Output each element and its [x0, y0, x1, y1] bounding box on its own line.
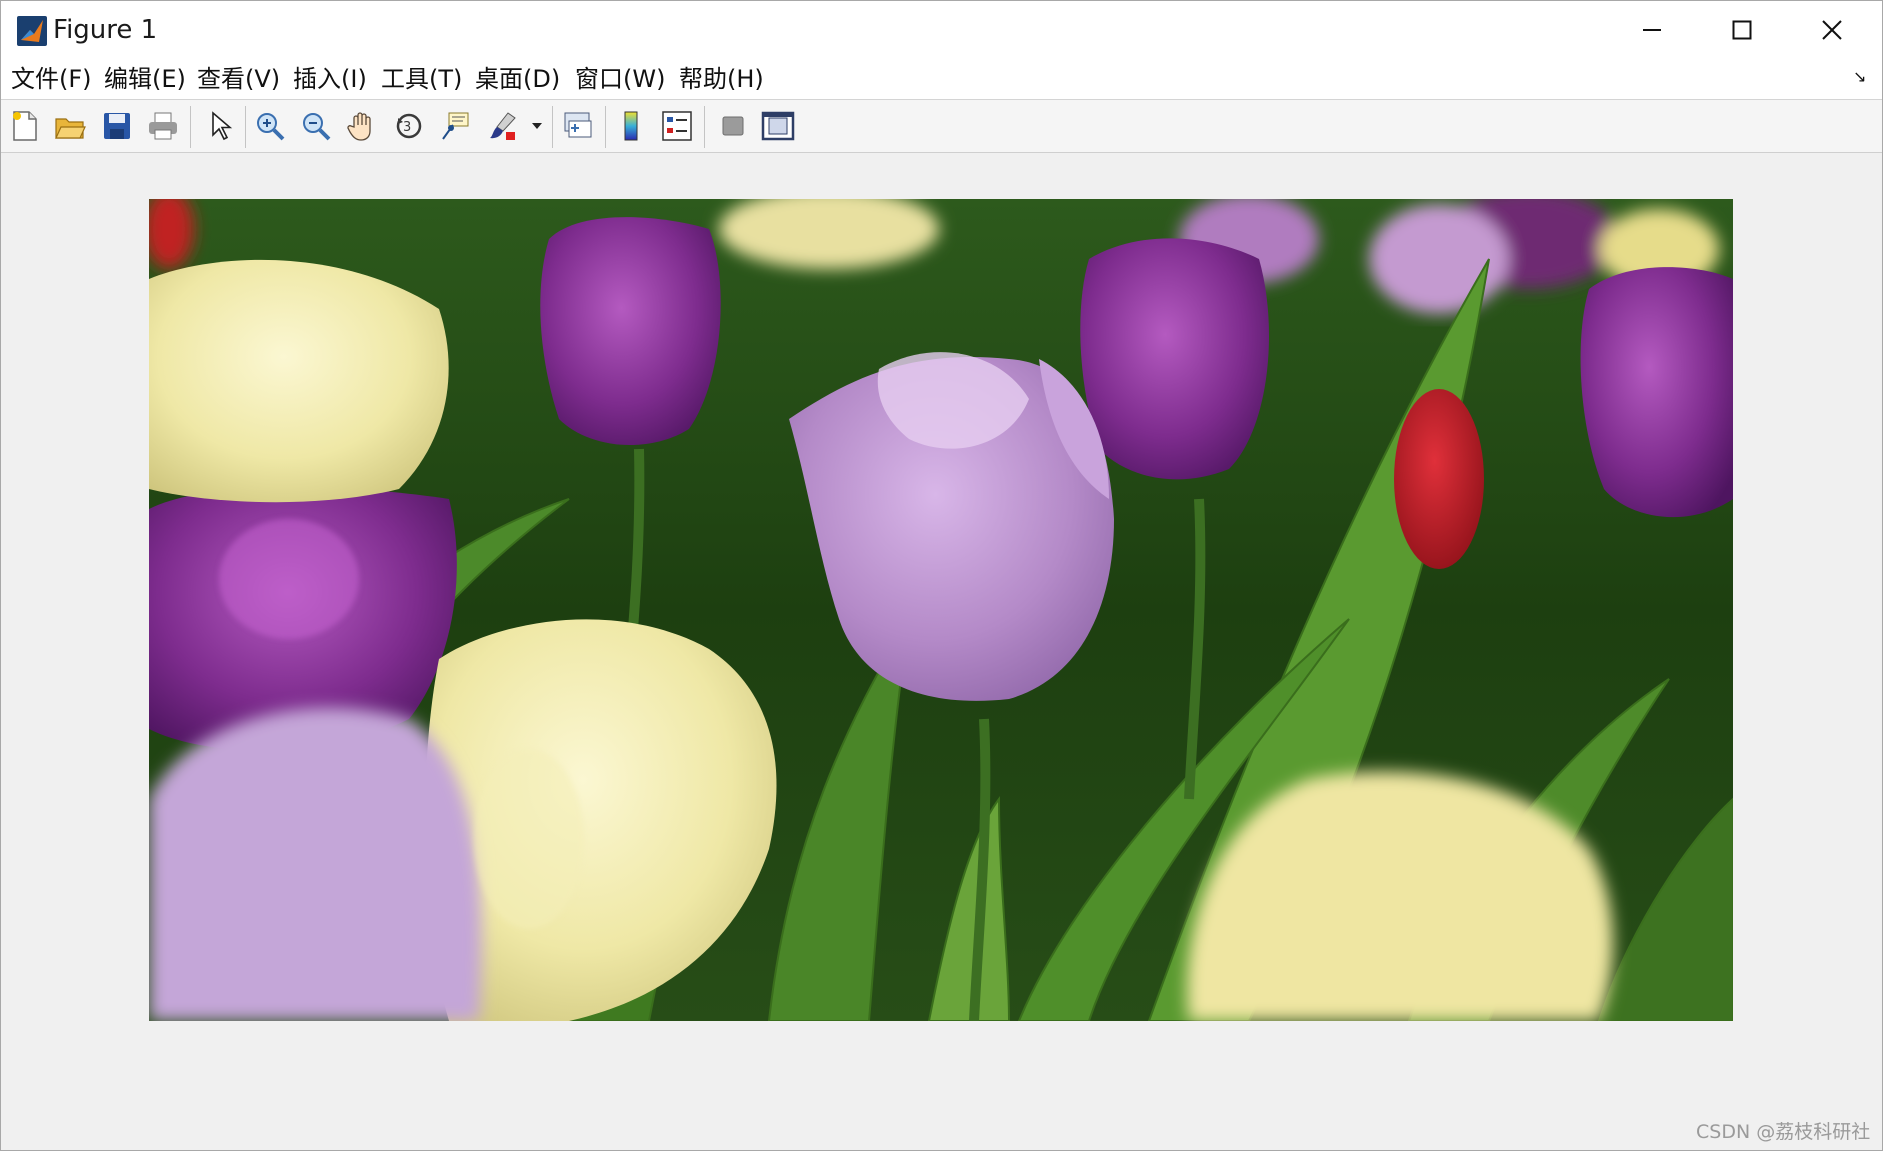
figure-window: Figure 1 文件(F) 编辑(E) 查看(V) 插入(I) 工具(T) 桌…	[0, 0, 1883, 1151]
brush-button[interactable]	[485, 108, 521, 144]
open-file-button[interactable]	[52, 108, 88, 144]
window-title: Figure 1	[53, 15, 158, 45]
select-button[interactable]	[202, 108, 238, 144]
toolbar-separator	[245, 106, 246, 148]
dock-figure-icon[interactable]: ↘	[1853, 67, 1866, 86]
svg-text:3: 3	[403, 120, 411, 135]
toolbar-separator	[605, 106, 606, 148]
tulip-photo	[149, 199, 1733, 1021]
toolbar-separator	[190, 106, 191, 148]
figure-image-tulips	[149, 199, 1733, 1021]
menu-window[interactable]: 窗口(W)	[575, 63, 665, 95]
pan-hand-icon	[347, 112, 371, 141]
rotate-3d-button[interactable]: 3	[391, 108, 427, 144]
menu-view[interactable]: 查看(V)	[197, 63, 280, 95]
maximize-icon	[1732, 20, 1752, 40]
colorbar-button[interactable]	[613, 108, 649, 144]
show-plot-tools-button[interactable]	[760, 108, 796, 144]
brush-dropdown-icon	[532, 123, 542, 129]
new-figure-button[interactable]	[7, 108, 43, 144]
zoom-out-button[interactable]	[298, 108, 334, 144]
data-cursor-button[interactable]	[437, 108, 473, 144]
data-cursor-icon	[442, 112, 469, 140]
toolbar-separator	[704, 106, 705, 148]
menu-bar: 文件(F) 编辑(E) 查看(V) 插入(I) 工具(T) 桌面(D) 窗口(W…	[1, 59, 1882, 100]
legend-button[interactable]	[659, 108, 695, 144]
minimize-icon	[1643, 29, 1661, 31]
new-figure-icon	[13, 111, 37, 141]
hide-plot-tools-button[interactable]	[715, 108, 751, 144]
minimize-button[interactable]	[1607, 1, 1697, 59]
zoom-in-button[interactable]	[252, 108, 288, 144]
zoom-in-icon	[257, 113, 285, 141]
rotate-3d-icon: 3	[396, 113, 422, 139]
maximize-button[interactable]	[1697, 1, 1787, 59]
close-button[interactable]	[1787, 1, 1877, 59]
print-icon	[149, 112, 177, 140]
save-button[interactable]	[99, 108, 135, 144]
menu-help[interactable]: 帮助(H)	[679, 63, 764, 95]
figure-toolbar: 3	[1, 100, 1882, 153]
brush-icon	[490, 112, 516, 140]
menu-desktop[interactable]: 桌面(D)	[475, 63, 560, 95]
menu-file[interactable]: 文件(F)	[11, 63, 92, 95]
show-plot-tools-icon	[761, 111, 795, 141]
zoom-out-icon	[303, 113, 331, 141]
hide-plot-tools-icon	[722, 116, 744, 136]
watermark-text: CSDN @荔枝科研社	[1696, 1121, 1871, 1143]
menu-insert[interactable]: 插入(I)	[293, 63, 367, 95]
title-bar[interactable]: Figure 1	[1, 1, 1882, 59]
link-plot-icon	[564, 112, 592, 138]
matlab-logo-icon	[17, 16, 47, 46]
brush-dropdown-button[interactable]	[527, 108, 547, 144]
link-plot-button[interactable]	[560, 108, 596, 144]
print-button[interactable]	[145, 108, 181, 144]
save-icon	[104, 113, 130, 139]
open-file-icon	[55, 118, 86, 139]
close-icon	[1822, 20, 1842, 40]
pan-button[interactable]	[344, 108, 380, 144]
select-arrow-icon	[212, 111, 233, 141]
menu-edit[interactable]: 编辑(E)	[104, 63, 186, 95]
colorbar-icon	[624, 111, 638, 141]
menu-tools[interactable]: 工具(T)	[381, 63, 462, 95]
legend-icon	[662, 111, 692, 141]
toolbar-separator	[552, 106, 553, 148]
